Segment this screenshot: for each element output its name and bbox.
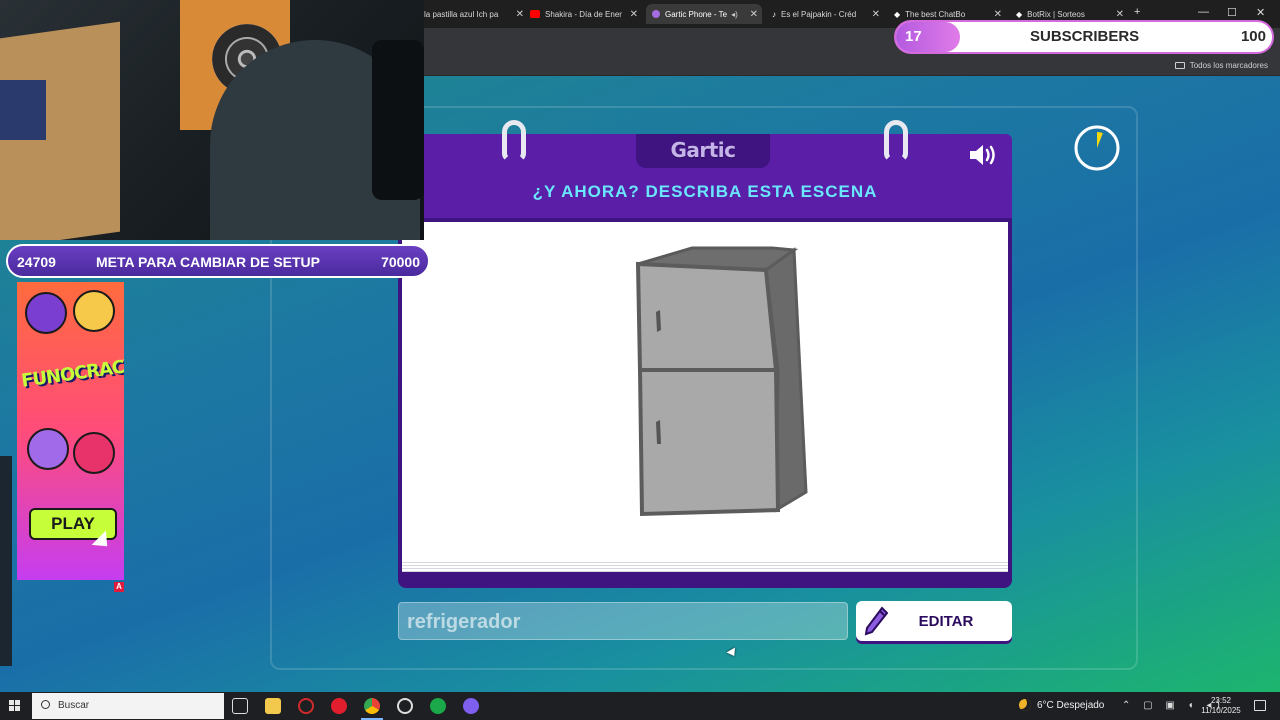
logo-tab: Gartic [636, 134, 770, 168]
subscriber-goal-bar: 17 SUBSCRIBERS 100 [894, 20, 1274, 54]
youtube-icon [530, 10, 540, 18]
webcam-overlay [0, 0, 424, 240]
search-icon [41, 700, 50, 709]
speaker-icon[interactable]: ◂) [731, 10, 738, 19]
maximize-icon[interactable]: ☐ [1227, 6, 1237, 19]
clock-time: 23:52 [1210, 696, 1232, 705]
close-icon[interactable]: ✕ [868, 9, 884, 20]
file-explorer-icon[interactable] [265, 698, 281, 714]
subs-label: SUBSCRIBERS [1030, 28, 1140, 45]
tiktok-icon: ♪ [772, 9, 776, 19]
refrigerator-drawing [635, 246, 808, 517]
tab-1[interactable]: la pastilla azul Ich pa ✕ [424, 4, 528, 24]
task-view-icon[interactable] [232, 698, 248, 714]
discord-icon[interactable] [463, 698, 479, 714]
obs-icon[interactable] [397, 698, 413, 714]
drawing-canvas [402, 222, 1008, 560]
close-window-icon[interactable]: ✕ [1256, 6, 1265, 19]
ad-badge: A [114, 582, 124, 592]
notifications-icon[interactable] [1254, 700, 1266, 711]
gartic-logo: Gartic [670, 138, 736, 162]
goal-label: META PARA CAMBIAR DE SETUP [96, 254, 320, 270]
scene-prompt: ¿Y AHORA? DESCRIBA ESTA ESCENA [532, 182, 878, 201]
thumbs-up-icon [25, 292, 67, 334]
gartic-icon [652, 10, 660, 18]
weather-widget[interactable]: 6°C Despejado [1019, 699, 1104, 711]
minimize-icon[interactable]: — [1198, 6, 1209, 18]
taskbar-search[interactable]: Buscar [32, 693, 224, 719]
edit-label: EDITAR [918, 612, 974, 630]
close-icon[interactable]: ✕ [746, 9, 762, 20]
funocracy-ad[interactable]: FUNOCRACY PLAY [17, 282, 124, 580]
funocracy-logo: FUNOCRACY [20, 354, 124, 392]
close-icon[interactable]: ✕ [512, 9, 528, 20]
new-tab-button[interactable]: + [1134, 6, 1140, 18]
opera-gx-icon[interactable] [298, 698, 314, 714]
edit-button[interactable]: EDITAR [856, 601, 1012, 641]
tab-4[interactable]: ♪ Es el Pajpakin - Créd ✕ [772, 4, 884, 24]
tab-label: BotRix | Sorteos [1027, 9, 1085, 19]
close-icon[interactable]: ✕ [626, 9, 642, 20]
close-icon[interactable]: ✕ [990, 9, 1006, 20]
answer-input[interactable]: refrigerador [398, 602, 848, 640]
speaker-icon[interactable] [968, 142, 1000, 168]
chrome-icon[interactable] [364, 698, 380, 714]
side-strip [0, 456, 12, 666]
paper-stack [402, 560, 1008, 572]
answer-text: refrigerador [407, 611, 521, 633]
goal-current: 24709 [17, 254, 56, 270]
search-placeholder: Buscar [58, 700, 90, 711]
tab-label: Shakira - Día de Ener [545, 9, 622, 19]
streamlabs-icon[interactable] [430, 698, 446, 714]
donation-goal-bar: 24709 META PARA CAMBIAR DE SETUP 70000 [6, 244, 430, 278]
all-bookmarks-button[interactable]: Todos los marcadores [1174, 61, 1268, 70]
webcam-window [0, 80, 46, 140]
tab-label: Gartic Phone - Te [665, 9, 728, 19]
tab-label: The best ChatBo [905, 9, 966, 19]
diamond-icon: ◆ [1016, 9, 1023, 19]
pencil-icon [864, 606, 888, 636]
tab-2[interactable]: Shakira - Día de Ener ✕ [530, 4, 642, 24]
diamond-icon: ◆ [894, 9, 901, 19]
all-bookmarks-label: Todos los marcadores [1189, 61, 1268, 70]
tab-label: Es el Pajpakin - Créd [781, 9, 857, 19]
card-header: Gartic ¿Y AHORA? DESCRIBA ESTA ESCENA [398, 120, 1012, 218]
taskbar-clock[interactable]: 23:52 11/10/2025 [1196, 696, 1246, 716]
goal-target: 70000 [381, 254, 420, 270]
clock-date: 11/10/2025 [1201, 706, 1241, 715]
windows-taskbar: Buscar 6°C Despejado ⌃ ▢ ▣ ◖ ◂) 23:52 11… [0, 692, 1280, 720]
tab-label: la pastilla azul Ich pa [424, 9, 499, 19]
bearded-face-icon [27, 428, 69, 470]
drawing-paper [398, 218, 1012, 588]
opera-icon[interactable] [331, 698, 347, 714]
angry-face-icon [73, 432, 115, 474]
microphone-icon [372, 40, 424, 200]
tab-gartic[interactable]: Gartic Phone - Te ◂) ✕ [646, 4, 762, 24]
character-face-icon [73, 290, 115, 332]
windows-start-icon[interactable] [9, 700, 21, 712]
moon-icon [1019, 699, 1031, 711]
binder-ring [884, 120, 908, 162]
weather-text: 6°C Despejado [1037, 699, 1105, 711]
close-icon[interactable]: ✕ [1112, 9, 1128, 20]
subs-current: 17 [905, 28, 922, 45]
timer-icon [1073, 124, 1121, 172]
gartic-card: Gartic ¿Y AHORA? DESCRIBA ESTA ESCENA [398, 120, 1012, 588]
binder-ring [502, 120, 526, 162]
folder-icon [1174, 62, 1185, 69]
subs-target: 100 [1240, 28, 1266, 45]
